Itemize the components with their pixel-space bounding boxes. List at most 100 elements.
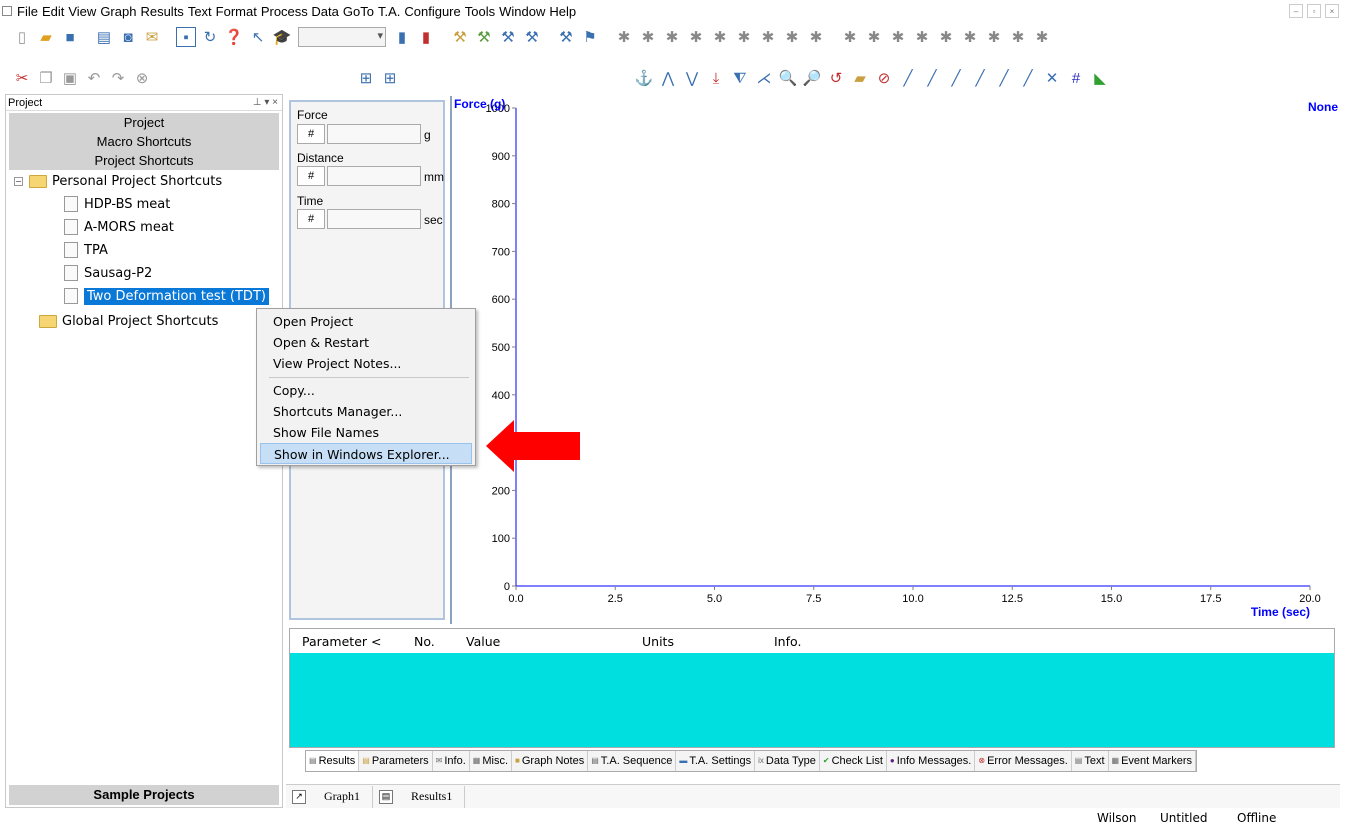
curve-5-icon[interactable]: ╱ [994, 68, 1014, 88]
zoom-in-icon[interactable]: 🔍 [778, 68, 798, 88]
trough-icon[interactable]: ⋁ [682, 68, 702, 88]
curve-4-icon[interactable]: ╱ [970, 68, 990, 88]
cut-icon[interactable]: ✂ [12, 68, 32, 88]
collapse-icon[interactable]: − [14, 176, 23, 186]
menu-text[interactable]: Text [186, 4, 214, 19]
doc-blue-icon[interactable]: ▮ [392, 27, 412, 47]
macro-12-icon[interactable]: ✱ [888, 27, 908, 47]
redraw-icon[interactable]: ↺ [826, 68, 846, 88]
ctx-open-restart[interactable]: Open & Restart [260, 332, 472, 353]
tab-info-messages[interactable]: ● Info Messages. [887, 751, 976, 771]
macro-16-icon[interactable]: ✱ [984, 27, 1004, 47]
tutorial-icon[interactable]: 🎓 [272, 27, 292, 47]
menu-process-data[interactable]: Process Data [259, 4, 341, 19]
marker-1-icon[interactable]: ⊞ [356, 68, 376, 88]
macro-11-icon[interactable]: ✱ [864, 27, 884, 47]
force-hash-button[interactable]: # [297, 124, 325, 144]
menu-file[interactable]: File [15, 4, 40, 19]
ta-tool-4-icon[interactable]: ⚒ [522, 27, 542, 47]
ctx-show-file-names[interactable]: Show File Names [260, 422, 472, 443]
tab-graph-notes[interactable]: ■ Graph Notes [512, 751, 589, 771]
tab-data-type[interactable]: ix Data Type [755, 751, 820, 771]
ctx-view-project-notes[interactable]: View Project Notes... [260, 353, 472, 374]
context-help-icon[interactable]: ↖ [248, 27, 268, 47]
tab-parameters[interactable]: ▤ Parameters [359, 751, 433, 771]
macro-3-icon[interactable]: ✱ [662, 27, 682, 47]
refresh-icon[interactable]: ↻ [200, 27, 220, 47]
project-button[interactable]: Project [9, 113, 279, 132]
gradient-icon[interactable]: ◣ [1090, 68, 1110, 88]
menu-window[interactable]: Window [497, 4, 547, 19]
copy-icon[interactable]: ❐ [36, 68, 56, 88]
tab-check-list[interactable]: ✔ Check List [820, 751, 887, 771]
grid-icon[interactable]: # [1066, 68, 1086, 88]
col-no[interactable]: No. [414, 634, 435, 649]
tree-folder-global[interactable]: Global Project Shortcuts [39, 311, 218, 331]
mail-icon[interactable]: ✉ [142, 27, 162, 47]
macro-5-icon[interactable]: ✱ [710, 27, 730, 47]
curve-2-icon[interactable]: ╱ [922, 68, 942, 88]
print-preview-icon[interactable]: ◙ [118, 27, 138, 47]
anchor-icon[interactable]: ⚓ [634, 68, 654, 88]
macro-13-icon[interactable]: ✱ [912, 27, 932, 47]
macro-14-icon[interactable]: ✱ [936, 27, 956, 47]
ctx-shortcuts-manager[interactable]: Shortcuts Manager... [260, 401, 472, 422]
menu-ta[interactable]: T.A. [376, 4, 402, 19]
ta-tool-3-icon[interactable]: ⚒ [498, 27, 518, 47]
paste-icon[interactable]: ▣ [60, 68, 80, 88]
restore-icon[interactable]: ▫ [1307, 4, 1321, 18]
find-icon[interactable]: ⊗ [132, 68, 152, 88]
menu-view[interactable]: View [66, 4, 98, 19]
project-shortcuts-button[interactable]: Project Shortcuts [9, 151, 279, 170]
tree-item-a-mors[interactable]: A-MORS meat [64, 217, 174, 237]
macro-10-icon[interactable]: ✱ [840, 27, 860, 47]
menu-results[interactable]: Results [138, 4, 185, 19]
curve-3-icon[interactable]: ╱ [946, 68, 966, 88]
macro-4-icon[interactable]: ✱ [686, 27, 706, 47]
tab-text[interactable]: ▤ Text [1072, 751, 1109, 771]
help-icon[interactable]: ❓ [224, 27, 244, 47]
print-icon[interactable]: ▤ [94, 27, 114, 47]
sample-projects-button[interactable]: Sample Projects [9, 785, 279, 805]
macro-1-icon[interactable]: ✱ [614, 27, 634, 47]
doc-tab-results1[interactable]: ▤ Results1 [373, 785, 466, 808]
macro-17-icon[interactable]: ✱ [1008, 27, 1028, 47]
macro-6-icon[interactable]: ✱ [734, 27, 754, 47]
ctx-open-project[interactable]: Open Project [260, 311, 472, 332]
graph-svg[interactable]: 010020040050060070080090010000.0 2.5 5.0 7.… [452, 96, 1340, 624]
menu-edit[interactable]: Edit [40, 4, 66, 19]
ta-tool-2-icon[interactable]: ⚒ [474, 27, 494, 47]
distance-hash-button[interactable]: # [297, 166, 325, 186]
tree-item-tdt[interactable]: Two Deformation test (TDT) [64, 286, 269, 306]
menu-help[interactable]: Help [547, 4, 578, 19]
col-info[interactable]: Info. [774, 634, 801, 649]
tab-ta-settings[interactable]: ▬ T.A. Settings [676, 751, 756, 771]
col-parameter[interactable]: Parameter < [302, 634, 381, 649]
menu-goto[interactable]: GoTo [341, 4, 376, 19]
doc-tab-graph1[interactable]: ↗ Graph1 [286, 785, 373, 808]
tab-ta-sequence[interactable]: ▤ T.A. Sequence [588, 751, 677, 771]
redo-icon[interactable]: ↷ [108, 68, 128, 88]
doc-red-icon[interactable]: ▮ [416, 27, 436, 47]
undo-icon[interactable]: ↶ [84, 68, 104, 88]
marker-2-icon[interactable]: ⊞ [380, 68, 400, 88]
app-system-icon[interactable] [2, 6, 12, 16]
open-folder-icon[interactable]: ▰ [36, 27, 56, 47]
col-value[interactable]: Value [466, 634, 500, 649]
pin-icon[interactable]: ⊥ ▾ × [253, 97, 282, 108]
menu-tools[interactable]: Tools [463, 4, 497, 19]
menu-configure[interactable]: Configure [402, 4, 462, 19]
window-icon[interactable]: ▪ [176, 27, 196, 47]
tab-info[interactable]: ✉ Info. [433, 751, 470, 771]
menu-format[interactable]: Format [214, 4, 259, 19]
curve-6-icon[interactable]: ╱ [1018, 68, 1038, 88]
tree-item-tpa[interactable]: TPA [64, 240, 108, 260]
macro-7-icon[interactable]: ✱ [758, 27, 778, 47]
peak-icon[interactable]: ⋀ [658, 68, 678, 88]
tree-folder-personal[interactable]: − Personal Project Shortcuts [14, 171, 222, 191]
ctx-show-in-explorer[interactable]: Show in Windows Explorer... [260, 443, 472, 464]
menu-graph[interactable]: Graph [98, 4, 138, 19]
drop-marker-icon[interactable]: ⤓ [706, 68, 726, 88]
tab-results[interactable]: ▤ Results [306, 751, 360, 771]
tab-misc[interactable]: ▦ Misc. [470, 751, 513, 771]
